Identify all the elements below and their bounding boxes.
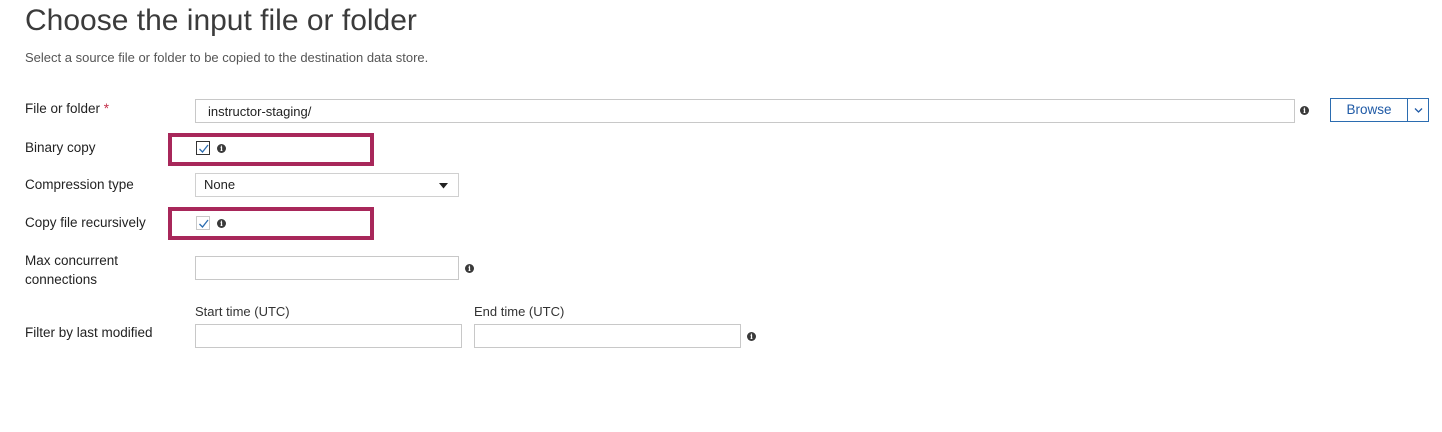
max-connections-label: Max concurrent connections	[25, 251, 118, 289]
compression-type-select[interactable]: None	[195, 173, 459, 197]
info-icon[interactable]: i	[1300, 106, 1309, 115]
end-time-label: End time (UTC)	[474, 304, 565, 319]
filter-last-modified-label: Filter by last modified	[25, 325, 153, 340]
file-or-folder-label: File or folder *	[25, 101, 109, 116]
compression-type-value: None	[204, 177, 236, 192]
highlight-box-copy-recursively	[168, 207, 374, 240]
end-time-input[interactable]	[474, 324, 741, 348]
info-icon[interactable]: i	[747, 332, 756, 341]
max-connections-label-line1: Max concurrent	[25, 253, 119, 268]
start-time-label: Start time (UTC)	[195, 304, 290, 319]
info-icon[interactable]: i	[465, 264, 474, 273]
compression-type-label: Compression type	[25, 177, 134, 192]
browse-button[interactable]: Browse	[1330, 98, 1408, 122]
highlight-box-binary-copy	[168, 133, 374, 166]
start-time-input[interactable]	[195, 324, 462, 348]
copy-recursively-label: Copy file recursively	[25, 215, 146, 230]
max-connections-input[interactable]	[195, 256, 459, 280]
file-or-folder-label-text: File or folder	[25, 101, 101, 116]
max-connections-label-line2: connections	[25, 272, 98, 287]
page-title: Choose the input file or folder	[25, 4, 417, 37]
browse-dropdown-button[interactable]	[1407, 98, 1429, 122]
page-subtitle: Select a source file or folder to be cop…	[25, 50, 429, 65]
dropdown-arrow-icon	[439, 183, 448, 189]
binary-copy-label: Binary copy	[25, 140, 96, 155]
required-marker: *	[103, 101, 110, 116]
chevron-down-icon	[1414, 108, 1423, 113]
file-or-folder-input[interactable]	[195, 99, 1295, 123]
